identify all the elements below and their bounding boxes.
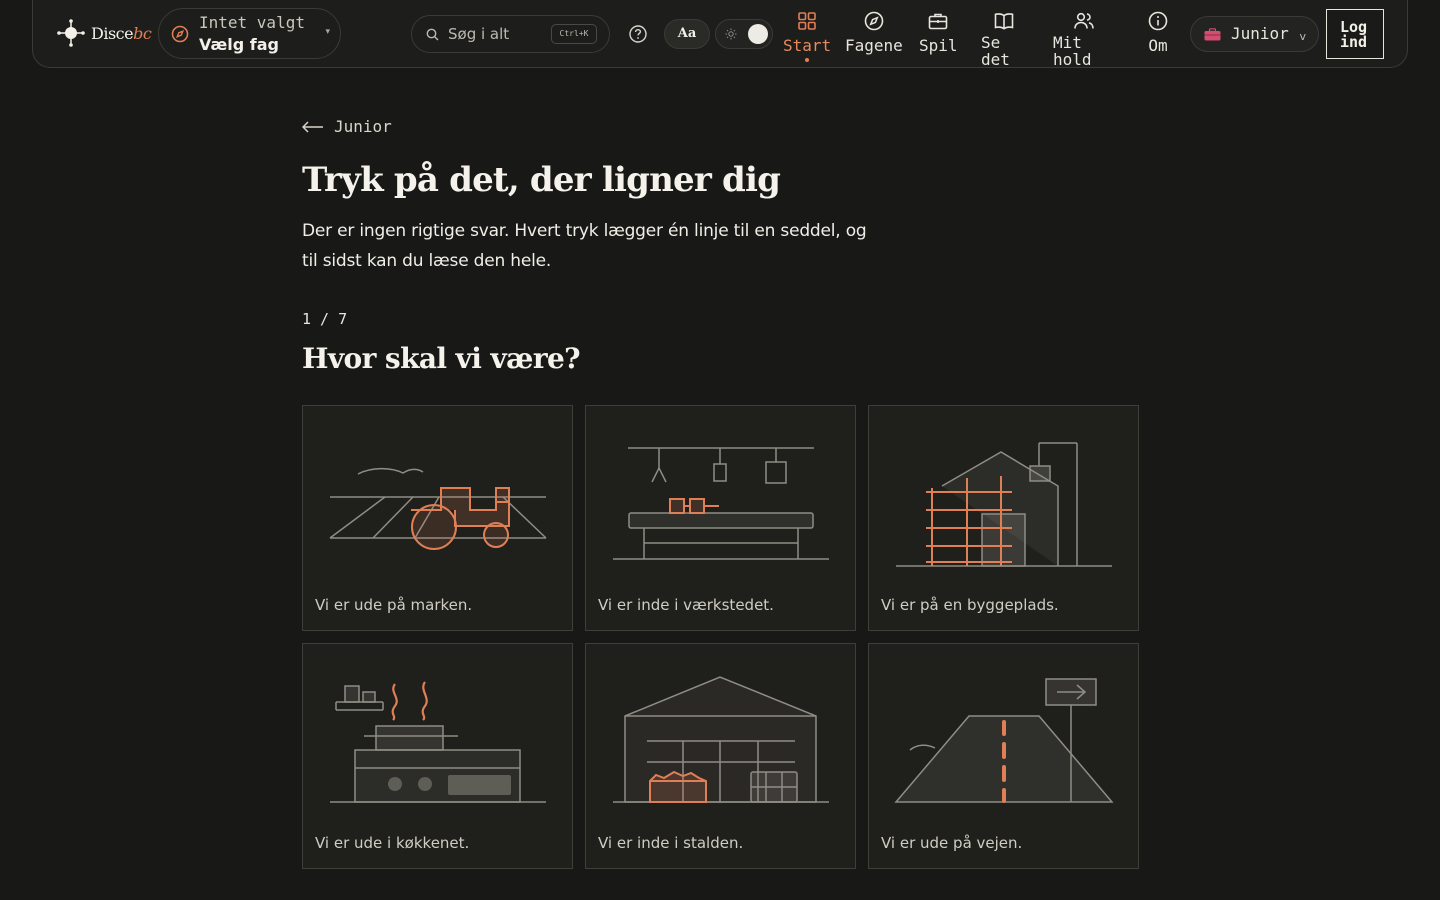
nav-label-se-det: Se det — [981, 33, 1010, 69]
theme-toggle[interactable] — [715, 19, 773, 49]
option-card-road[interactable]: Vi er ude på vejen. — [868, 643, 1139, 869]
question-heading: Hvor skal vi være? — [302, 342, 581, 375]
toolbox-icon — [1204, 28, 1221, 41]
toggle-knob — [748, 24, 768, 44]
help-icon[interactable] — [628, 24, 648, 44]
back-label: Junior — [334, 117, 392, 136]
option-label: Vi er ude på marken. — [315, 596, 473, 614]
compass-icon — [171, 25, 189, 43]
option-label: Vi er inde i værkstedet. — [598, 596, 774, 614]
road-sign-illustration — [894, 678, 1114, 803]
chevron-down-icon: v — [1299, 30, 1306, 43]
option-card-kitchen[interactable]: Vi er ude i køkkenet. — [302, 643, 573, 869]
active-indicator — [805, 58, 810, 62]
subject-action: Vælg fag — [199, 35, 279, 54]
level-label: Junior — [1231, 24, 1289, 43]
option-card-construction[interactable]: Vi er på en byggeplads. — [868, 405, 1139, 631]
logo[interactable]: Discebc — [57, 18, 152, 48]
nav-se-det[interactable]: Se det — [981, 10, 1015, 68]
logo-mark-icon — [57, 19, 85, 47]
people-icon — [1074, 12, 1094, 29]
tractor-field-illustration — [329, 467, 547, 550]
nav-fagene[interactable]: Fagene — [845, 10, 903, 54]
option-card-field[interactable]: Vi er ude på marken. — [302, 405, 573, 631]
option-card-barn[interactable]: Vi er inde i stalden. — [585, 643, 856, 869]
subject-status: Intet valgt — [199, 13, 305, 32]
top-navigation-bar: Discebc Intet valgt Vælg fag ▾ Søg i alt… — [32, 0, 1408, 68]
search-input[interactable]: Søg i alt Ctrl+K — [411, 15, 610, 53]
sun-icon — [725, 28, 737, 40]
level-selector[interactable]: Junior v — [1190, 16, 1319, 52]
option-label: Vi er ude i køkkenet. — [315, 834, 470, 852]
nav-label-mit-hold: Mit hold — [1053, 33, 1092, 69]
nav-label-start: Start — [783, 36, 832, 55]
grid-icon — [798, 12, 816, 30]
subject-picker[interactable]: Intet valgt Vælg fag ▾ — [158, 8, 341, 59]
logo-text: Discebc — [91, 23, 152, 43]
option-label: Vi er på en byggeplads. — [881, 596, 1059, 614]
compass-icon — [864, 11, 884, 31]
info-icon — [1148, 11, 1168, 31]
barn-illustration — [613, 676, 829, 803]
nav-label-om: Om — [1148, 36, 1168, 55]
briefcase-icon — [928, 13, 948, 30]
chevron-down-icon: ▾ — [325, 27, 330, 37]
search-icon — [426, 28, 439, 41]
nav-spil[interactable]: Spil — [919, 10, 958, 54]
step-counter: 1 / 7 — [302, 310, 348, 328]
intro-text: Der er ingen rigtige svar. Hvert tryk læ… — [302, 221, 867, 271]
option-label: Vi er inde i stalden. — [598, 834, 744, 852]
back-link[interactable]: Junior — [302, 117, 392, 136]
nav-mit-hold[interactable]: Mit hold — [1053, 10, 1095, 68]
nav-label-fagene: Fagene — [845, 36, 903, 55]
search-shortcut-badge: Ctrl+K — [551, 24, 597, 44]
page-title: Tryk på det, der ligner dig — [302, 160, 781, 200]
kitchen-stove-illustration — [330, 681, 546, 803]
nav-label-spil: Spil — [919, 36, 958, 55]
nav-om[interactable]: Om — [1147, 10, 1169, 54]
workshop-bench-illustration — [613, 447, 829, 560]
nav-start[interactable]: Start — [783, 10, 831, 62]
arrow-left-icon — [302, 120, 323, 133]
book-icon — [994, 13, 1014, 30]
option-label: Vi er ude på vejen. — [881, 834, 1023, 852]
font-size-button[interactable]: Aa — [664, 19, 710, 49]
login-button[interactable]: Log ind — [1326, 9, 1384, 59]
search-placeholder: Søg i alt — [448, 25, 510, 43]
option-card-workshop[interactable]: Vi er inde i værkstedet. — [585, 405, 856, 631]
construction-scaffold-illustration — [896, 442, 1112, 567]
